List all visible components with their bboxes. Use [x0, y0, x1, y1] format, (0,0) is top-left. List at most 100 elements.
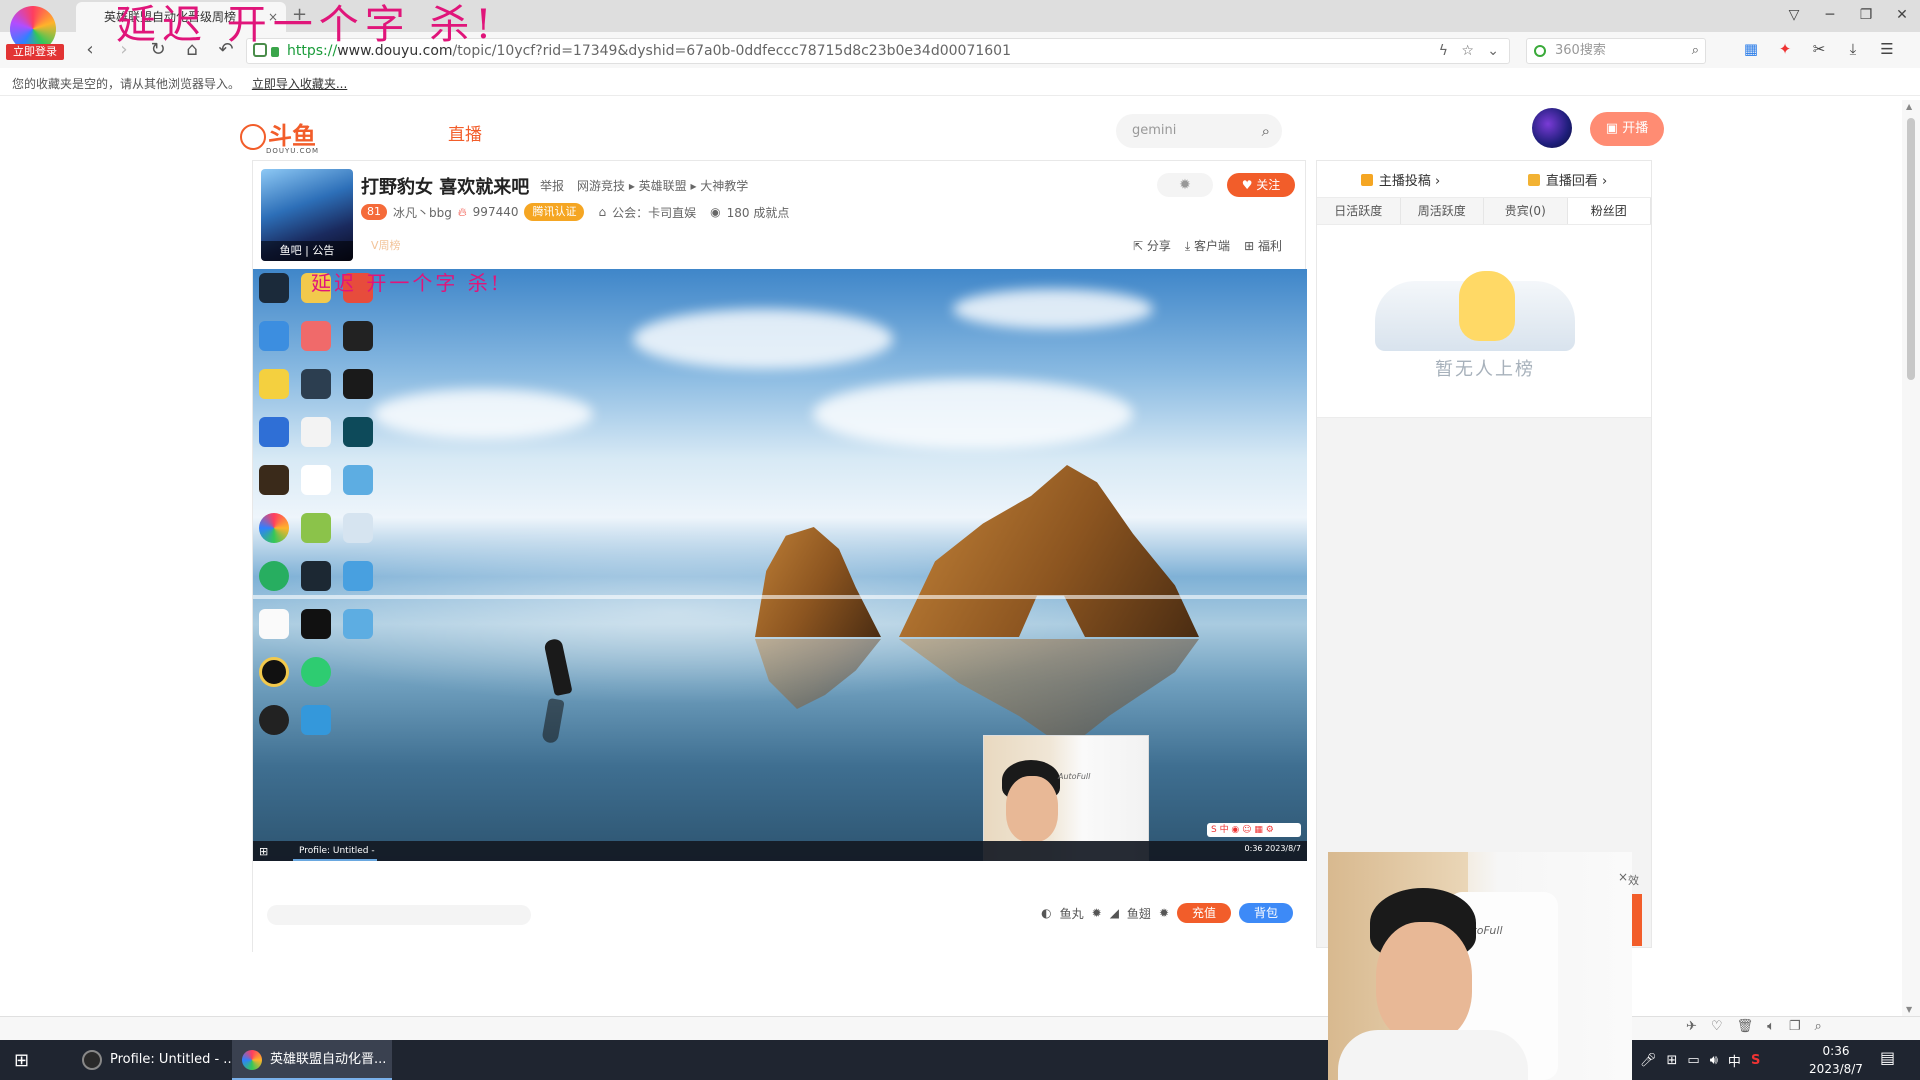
back-icon[interactable]: ‹: [78, 38, 102, 62]
app-icon[interactable]: [259, 417, 289, 447]
file-icon[interactable]: [301, 417, 331, 447]
nav-live-link[interactable]: 直播: [448, 120, 482, 145]
app-icon[interactable]: [259, 369, 289, 399]
trash-icon[interactable]: 🗑︎: [1737, 1019, 1754, 1034]
report-link[interactable]: 举报: [540, 177, 564, 194]
app-icon[interactable]: [259, 465, 289, 495]
app-icon[interactable]: [301, 705, 331, 735]
speaker-icon[interactable]: 🔊︎: [1710, 1053, 1718, 1068]
search-icon[interactable]: ⌕: [1692, 39, 1699, 63]
app-icon[interactable]: [343, 465, 373, 495]
download-icon[interactable]: ⤓: [1842, 38, 1864, 60]
browser-icon[interactable]: [259, 513, 289, 543]
app-icon[interactable]: [259, 609, 289, 639]
guild-name[interactable]: 公会：卡司直娱: [612, 204, 696, 221]
app-icon[interactable]: [301, 369, 331, 399]
qq-icon[interactable]: [301, 465, 331, 495]
wechat-icon[interactable]: [301, 657, 331, 687]
ime-indicator[interactable]: 中: [1728, 1051, 1741, 1070]
recycle-bin-icon[interactable]: [343, 513, 373, 543]
skin-icon[interactable]: ▽: [1776, 0, 1812, 32]
notification-icon[interactable]: ▤: [1880, 1048, 1895, 1067]
nvidia-icon[interactable]: [301, 609, 331, 639]
lightning-icon[interactable]: ϟ: [1439, 43, 1448, 59]
scissors-icon[interactable]: ✂: [1808, 38, 1830, 60]
settings-gear-icon[interactable]: ✹: [1157, 173, 1213, 197]
star-icon[interactable]: ☆: [1461, 43, 1474, 59]
scroll-up-icon[interactable]: ▲: [1906, 102, 1912, 111]
menu-icon[interactable]: ☰: [1876, 38, 1898, 60]
welfare-button[interactable]: ⊞ 福利: [1244, 237, 1282, 254]
yuchi-label: 鱼翅: [1126, 906, 1151, 921]
tab-vip[interactable]: 贵宾(0): [1484, 198, 1568, 224]
browser-search-input[interactable]: 360搜索 ⌕: [1526, 38, 1706, 64]
taskbar-obs[interactable]: Profile: Untitled - ...: [72, 1040, 236, 1080]
app-icon[interactable]: [343, 321, 373, 351]
app-icon[interactable]: [259, 321, 289, 351]
taskbar-clock[interactable]: 0:36 2023/8/7: [1798, 1042, 1874, 1078]
network-icon[interactable]: ▭: [1687, 1053, 1699, 1068]
windows-icon[interactable]: ⊞: [1667, 1053, 1678, 1068]
client-button[interactable]: ⤓ 客户端: [1185, 237, 1230, 254]
app-icon[interactable]: [343, 369, 373, 399]
windows-start-icon[interactable]: ⊞: [14, 1050, 29, 1071]
app-icon[interactable]: [343, 417, 373, 447]
app-icon[interactable]: [301, 321, 331, 351]
search-engine-icon: [1534, 45, 1546, 57]
login-badge[interactable]: 立即登录: [6, 44, 64, 60]
category-breadcrumb[interactable]: 网游竞技 ▸ 英雄联盟 ▸ 大神教学: [577, 177, 748, 194]
tab-daily-activity[interactable]: 日活跃度: [1317, 198, 1401, 224]
tab-fan-club[interactable]: 粉丝团: [1567, 198, 1651, 224]
vip-rank-tag[interactable]: V周榜: [371, 237, 401, 253]
apps-grid-icon[interactable]: ▦: [1740, 38, 1762, 60]
close-icon[interactable]: ×: [1618, 870, 1628, 884]
douyu-logo[interactable]: 斗鱼 DOUYU.COM: [240, 116, 319, 155]
app-icon[interactable]: [259, 657, 289, 687]
user-avatar[interactable]: [1532, 108, 1572, 148]
app-icon[interactable]: [259, 705, 289, 735]
minimize-icon[interactable]: ─: [1812, 0, 1848, 32]
scroll-down-icon[interactable]: ▼: [1906, 1005, 1912, 1014]
lol-icon[interactable]: [259, 273, 289, 303]
volume-icon[interactable]: 🔈︎: [1767, 1019, 1775, 1034]
close-window-icon[interactable]: ✕: [1884, 0, 1920, 32]
anchor-upload-link[interactable]: 主播投稿 ›: [1360, 170, 1440, 189]
side-label: 效: [1628, 874, 1639, 887]
site-search-input[interactable]: gemini ⌕: [1116, 114, 1282, 148]
taskbar-browser[interactable]: 英雄联盟自动化晋...: [232, 1040, 392, 1080]
tab-weekly-activity[interactable]: 周活跃度: [1401, 198, 1484, 224]
video-player[interactable]: 延迟 开一个字 杀! AutoFull S 中 ◉ ☺ ▦ ⚙ ⊞ Profil…: [253, 269, 1307, 861]
windows-taskbar: ⊞ Profile: Untitled - ... 英雄联盟自动化晋... 🎤︎…: [0, 1040, 1920, 1080]
import-favorites-link[interactable]: 立即导入收藏夹...: [252, 77, 347, 91]
search-icon[interactable]: ⌕: [1262, 114, 1270, 148]
page-scrollbar[interactable]: ▲ ▼: [1902, 100, 1920, 1016]
app-icon[interactable]: [301, 561, 331, 591]
floating-webcam[interactable]: AutoFull ×: [1328, 852, 1632, 1080]
window-icon[interactable]: ❐: [1789, 1019, 1801, 1034]
scroll-thumb[interactable]: [1907, 118, 1915, 380]
chevron-down-icon[interactable]: ⌄: [1487, 43, 1499, 59]
avatar-label[interactable]: 鱼吧 | 公告: [261, 241, 353, 261]
bag-button[interactable]: 背包: [1239, 903, 1293, 923]
streamer-name[interactable]: 冰凡丶bbg: [393, 204, 452, 221]
heart-outline-icon[interactable]: ♡: [1711, 1019, 1723, 1034]
start-broadcast-button[interactable]: ▣ 开播: [1590, 112, 1664, 146]
recharge-button[interactable]: 充值: [1177, 903, 1231, 923]
folder-icon[interactable]: [343, 609, 373, 639]
app-icon[interactable]: [301, 513, 331, 543]
game-icon[interactable]: ✦: [1774, 38, 1796, 60]
restore-icon[interactable]: ❐: [1848, 0, 1884, 32]
rocket-icon[interactable]: ✈: [1686, 1019, 1697, 1034]
app-icon[interactable]: [259, 561, 289, 591]
sogou-icon[interactable]: S: [1751, 1053, 1760, 1068]
mic-icon[interactable]: 🎤︎: [1640, 1053, 1657, 1068]
app-icon[interactable]: [343, 561, 373, 591]
side-tab[interactable]: [1632, 894, 1642, 946]
achievement-points[interactable]: 180 成就点: [727, 204, 790, 221]
replay-link[interactable]: 直播回看 ›: [1527, 170, 1607, 189]
share-button[interactable]: ⇱ 分享: [1133, 237, 1171, 254]
currency-row: ◐ 鱼丸 ✹ ◢ 鱼翅 ✹ 充值 背包: [1041, 903, 1293, 923]
zoom-icon[interactable]: ⌕: [1815, 1019, 1822, 1034]
follow-button[interactable]: ♥ 关注: [1227, 173, 1295, 197]
streamer-avatar[interactable]: 鱼吧 | 公告: [261, 169, 353, 261]
